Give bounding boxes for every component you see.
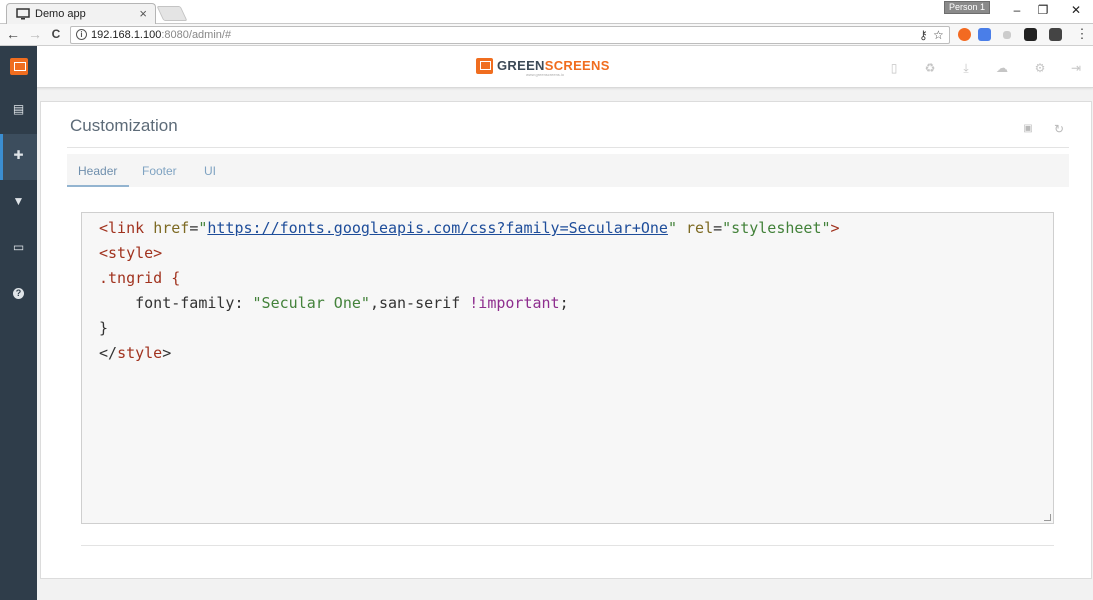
url-text: 192.168.1.100:8080/admin/# — [91, 29, 232, 41]
code-line: </style> — [99, 344, 172, 362]
dark-extension-icon[interactable] — [1049, 28, 1062, 41]
brand-name: GREENSCREENS — [497, 58, 610, 73]
tab-bar: Header Footer UI — [67, 154, 1069, 187]
info-icon[interactable]: i — [76, 29, 87, 40]
code-line: font-family: "Secular One",san-serif !im… — [135, 294, 569, 312]
font-url-link[interactable]: https://fonts.googleapis.com/css?family=… — [207, 219, 668, 237]
monitor-icon: ▭ — [12, 240, 25, 254]
reload-button[interactable]: C — [48, 26, 64, 42]
monitor-logo-icon — [10, 58, 28, 75]
browser-tab[interactable]: Demo app × — [6, 3, 156, 24]
browser-menu-button[interactable]: ⋮ — [1074, 26, 1090, 42]
active-tab-indicator — [67, 185, 129, 187]
brand-url: www.greenscreens.io — [526, 72, 565, 77]
help-icon: ? — [13, 288, 24, 299]
recycle-icon[interactable]: ♻ — [923, 62, 937, 74]
settings-icon[interactable]: ⚙ — [1033, 62, 1047, 74]
table-icon: ▤ — [12, 102, 25, 116]
title-divider — [67, 147, 1069, 148]
browser-toolbar: ← → C i 192.168.1.100:8080/admin/# ⚷ ☆ ⋮ — [0, 24, 1093, 46]
code-line: } — [99, 319, 109, 337]
minimize-button[interactable]: – — [1007, 3, 1027, 17]
code-content: <link href="https://fonts.googleapis.com… — [99, 216, 840, 366]
address-bar[interactable]: i 192.168.1.100:8080/admin/# ⚷ ☆ — [70, 26, 950, 44]
restore-button[interactable]: ❐ — [1033, 3, 1053, 17]
close-window-button[interactable]: ✕ — [1066, 3, 1086, 17]
save-icon[interactable]: ▣ — [1022, 123, 1034, 135]
puzzle-icon: ✚ — [13, 148, 24, 162]
plus-extension-icon[interactable] — [1003, 31, 1011, 39]
file-icon[interactable]: ▯ — [887, 62, 901, 74]
code-line: <link href="https://fonts.googleapis.com… — [99, 219, 840, 237]
tab-header[interactable]: Header — [78, 164, 117, 178]
code-line: .tngrid { — [99, 269, 181, 287]
customization-panel: Customization ▣ ↻ Header Footer UI <link… — [40, 101, 1092, 579]
sidebar-item-customization[interactable]: ✚ — [0, 134, 37, 180]
logout-icon[interactable]: ⇥ — [1069, 62, 1083, 74]
app-header: GREENSCREENS www.greenscreens.io ▯ ♻ ⤓ ☁… — [0, 46, 1093, 88]
profile-button[interactable]: Person 1 — [944, 1, 991, 14]
app-logo-box[interactable] — [0, 46, 37, 88]
resize-handle[interactable] — [1044, 514, 1051, 521]
new-tab-button[interactable] — [156, 6, 188, 21]
sidebar: ▤ ✚ ▼ ▭ ? — [0, 88, 37, 600]
forward-button[interactable]: → — [27, 26, 43, 42]
refresh-icon[interactable]: ↻ — [1053, 123, 1065, 135]
cloud-icon[interactable]: ☁ — [995, 62, 1009, 74]
code-line: <style> — [99, 244, 163, 262]
browser-tab-strip: Demo app × Person 1 – ❐ ✕ — [0, 0, 1093, 24]
tab-footer[interactable]: Footer — [142, 164, 177, 178]
tab-ui[interactable]: UI — [204, 164, 216, 178]
tab-title: Demo app — [35, 8, 86, 20]
download-icon[interactable]: ⤓ — [959, 62, 973, 74]
sidebar-item-help[interactable]: ? — [0, 272, 37, 318]
sidebar-item-dashboard[interactable]: ▤ — [0, 88, 37, 134]
monitor-favicon-icon — [16, 8, 30, 20]
filter-icon: ▼ — [12, 194, 25, 208]
sidebar-item-filter[interactable]: ▼ — [0, 180, 37, 226]
code-editor[interactable]: <link href="https://fonts.googleapis.com… — [81, 212, 1054, 524]
sidebar-item-display[interactable]: ▭ — [0, 226, 37, 272]
ghostery-extension-icon[interactable] — [1024, 28, 1037, 41]
page-title: Customization — [70, 116, 178, 135]
back-button[interactable]: ← — [5, 26, 21, 42]
bottom-divider — [81, 545, 1054, 546]
orange-extension-icon[interactable] — [958, 28, 971, 41]
brand-monitor-icon — [476, 58, 493, 74]
key-icon[interactable]: ⚷ — [919, 28, 928, 42]
tab-close-button[interactable]: × — [139, 6, 147, 21]
translate-extension-icon[interactable] — [978, 28, 991, 41]
star-icon[interactable]: ☆ — [933, 28, 944, 42]
